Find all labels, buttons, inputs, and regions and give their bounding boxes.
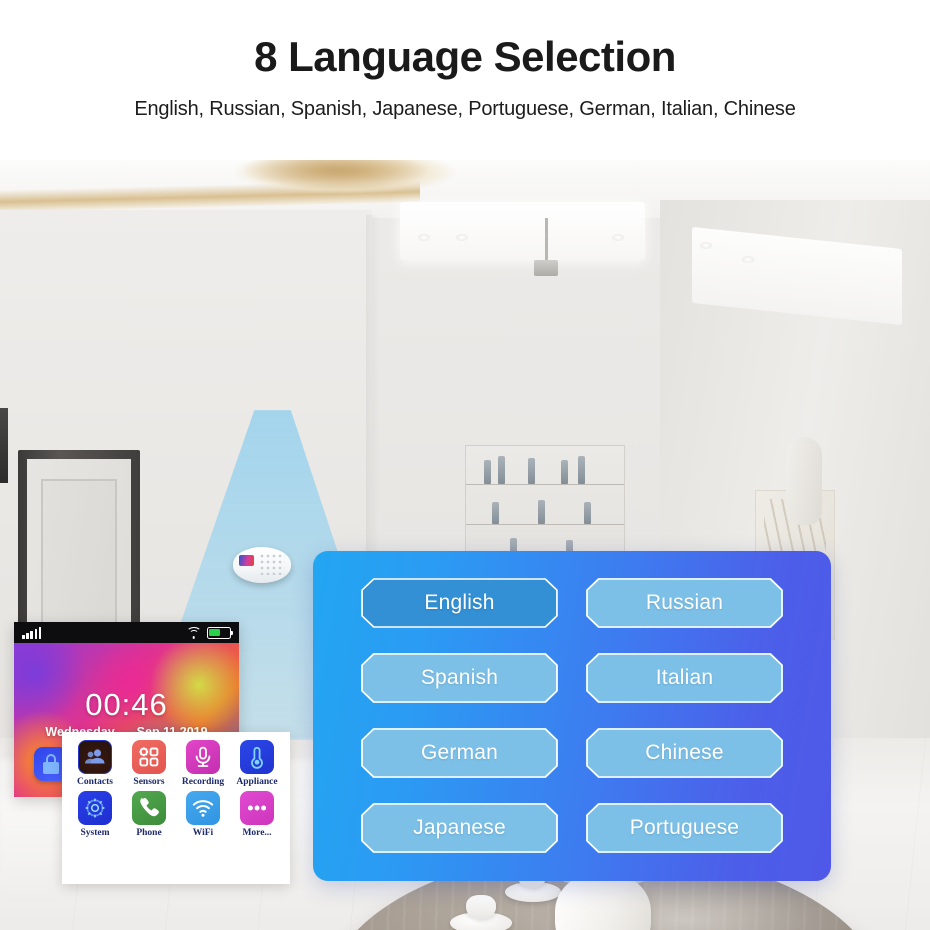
language-label: Italian bbox=[655, 666, 714, 689]
bottle bbox=[584, 502, 591, 524]
shelf-line bbox=[466, 484, 624, 485]
handset-icon bbox=[132, 791, 166, 825]
language-button-spanish[interactable]: Spanish bbox=[361, 653, 558, 703]
keypad-screen bbox=[239, 555, 254, 566]
sensors-icon bbox=[132, 740, 166, 774]
battery-level-fill bbox=[209, 628, 221, 637]
shelf-unit bbox=[465, 445, 625, 565]
language-grid: English Russian Spanish Italian German C… bbox=[361, 578, 783, 854]
app-grid-row-1: Contacts Sensors Recording Appliance bbox=[68, 740, 284, 787]
page-subtitle: English, Russian, Spanish, Japanese, Por… bbox=[134, 98, 796, 120]
pendant-rod bbox=[545, 218, 548, 264]
language-button-portuguese[interactable]: Portuguese bbox=[586, 803, 783, 853]
downlight-icon bbox=[418, 234, 430, 241]
vase bbox=[786, 437, 822, 525]
bottle bbox=[498, 456, 505, 484]
app-grid-overlay: Contacts Sensors Recording Appliance Sys… bbox=[62, 732, 290, 884]
bottle bbox=[484, 460, 491, 484]
device-clock: 00:46 bbox=[85, 687, 168, 722]
downlight-icon bbox=[612, 234, 624, 241]
language-label: Japanese bbox=[413, 816, 506, 839]
bottle bbox=[561, 460, 568, 484]
app-item-contacts[interactable]: Contacts bbox=[69, 740, 121, 787]
app-label: Sensors bbox=[133, 777, 165, 787]
app-label: Phone bbox=[136, 828, 162, 838]
downlight-icon bbox=[456, 234, 468, 241]
downlight-icon bbox=[700, 242, 712, 249]
app-grid-row-2: System Phone WiFi More... bbox=[68, 791, 284, 838]
language-button-russian[interactable]: Russian bbox=[586, 578, 783, 628]
app-item-phone[interactable]: Phone bbox=[123, 791, 175, 838]
page-title: 8 Language Selection bbox=[254, 33, 676, 80]
language-selection-panel: English Russian Spanish Italian German C… bbox=[313, 551, 831, 881]
bottle bbox=[492, 502, 499, 524]
app-item-wifi[interactable]: WiFi bbox=[177, 791, 229, 838]
app-label: Appliance bbox=[236, 777, 278, 787]
language-label: German bbox=[420, 741, 499, 764]
bottle bbox=[578, 456, 585, 484]
room-scene: 00:46 Wednesday Sep 11 2019 bbox=[0, 160, 930, 930]
bottle bbox=[538, 500, 545, 524]
downlight-icon bbox=[742, 256, 754, 263]
app-item-appliance[interactable]: Appliance bbox=[231, 740, 283, 787]
contacts-icon bbox=[78, 740, 112, 774]
language-label: English bbox=[424, 591, 495, 614]
header: 8 Language Selection English, Russian, S… bbox=[0, 0, 930, 160]
wifi-icon bbox=[186, 791, 220, 825]
language-button-japanese[interactable]: Japanese bbox=[361, 803, 558, 853]
app-item-recording[interactable]: Recording bbox=[177, 740, 229, 787]
gear-icon bbox=[78, 791, 112, 825]
app-item-sensors[interactable]: Sensors bbox=[123, 740, 175, 787]
pendant-fixture bbox=[534, 260, 558, 276]
microphone-icon bbox=[186, 740, 220, 774]
ceiling-recessed-panel bbox=[400, 202, 645, 260]
language-button-chinese[interactable]: Chinese bbox=[586, 728, 783, 778]
language-button-german[interactable]: German bbox=[361, 728, 558, 778]
app-label: More... bbox=[242, 828, 272, 838]
language-label: Portuguese bbox=[629, 816, 740, 839]
language-label: Russian bbox=[645, 591, 724, 614]
thermometer-icon bbox=[240, 740, 274, 774]
shelf-line bbox=[466, 524, 624, 525]
language-button-english[interactable]: English bbox=[361, 578, 558, 628]
language-label: Spanish bbox=[420, 666, 499, 689]
coffee-cup bbox=[466, 895, 496, 919]
keypad-keys bbox=[259, 553, 285, 575]
wifi-icon bbox=[186, 626, 201, 639]
app-label: Contacts bbox=[77, 777, 113, 787]
language-label: Chinese bbox=[645, 741, 724, 764]
app-label: Recording bbox=[181, 777, 225, 787]
battery-icon bbox=[207, 626, 234, 639]
device-status-bar bbox=[14, 622, 239, 643]
bottle bbox=[528, 458, 535, 484]
signal-bars-icon bbox=[22, 626, 42, 639]
page-root: 8 Language Selection English, Russian, S… bbox=[0, 0, 930, 930]
alarm-keypad-device bbox=[233, 547, 291, 583]
app-label: System bbox=[80, 828, 110, 838]
app-item-more[interactable]: More... bbox=[231, 791, 283, 838]
app-label: WiFi bbox=[192, 828, 214, 838]
app-item-system[interactable]: System bbox=[69, 791, 121, 838]
language-button-italian[interactable]: Italian bbox=[586, 653, 783, 703]
ellipsis-icon bbox=[240, 791, 274, 825]
wall-art bbox=[0, 408, 8, 483]
